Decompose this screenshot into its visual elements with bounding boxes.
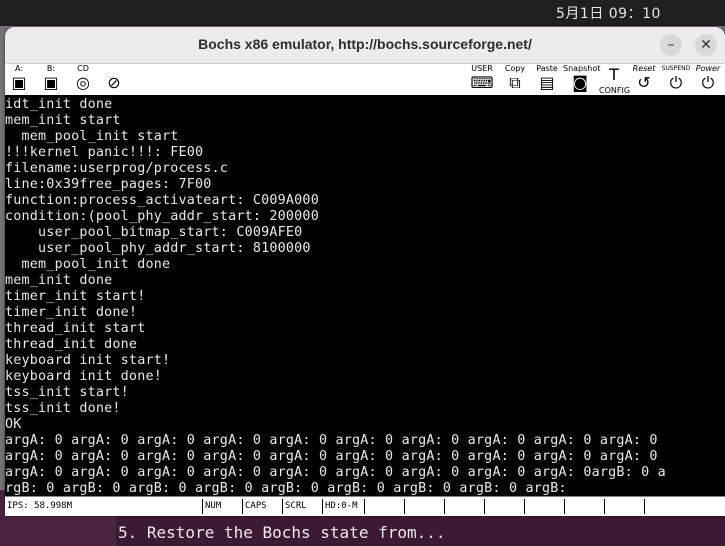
emulator-console[interactable]: idt_init done mem_init start mem_pool_in… xyxy=(5,97,725,496)
floppy-b-icon: ▣ xyxy=(43,73,59,92)
console-line: filename:userprog/process.c xyxy=(5,161,229,176)
console-line: thread_init done xyxy=(5,337,138,352)
window-title: Bochs x86 emulator, http://bochs.sourcef… xyxy=(198,36,532,52)
console-line: !!!kernel panic!!!: FE00 xyxy=(5,145,204,160)
console-line: mem_init start xyxy=(5,113,121,128)
terminal-line: 5. Restore the Bochs state from... xyxy=(118,523,446,542)
paste-button[interactable]: Paste ▤ xyxy=(534,64,560,95)
camera-icon: ◙ xyxy=(572,73,588,92)
ips-indicator: IPS: 58.998M xyxy=(5,499,203,514)
suspend-icon: ⏻ xyxy=(669,73,683,92)
console-line: condition:(pool_phy_addr_start: 200000 xyxy=(5,209,319,224)
console-line: mem_init done xyxy=(5,273,113,288)
keyboard-icon: ⌨ xyxy=(470,73,494,92)
status-slot xyxy=(525,499,565,514)
copy-label: Copy xyxy=(504,64,526,73)
cdrom-icon: ◎ xyxy=(76,73,90,92)
reset-icon: ↺ xyxy=(637,73,651,92)
cdrom-label: CD xyxy=(77,64,89,73)
reset-button[interactable]: Reset ↺ xyxy=(629,64,659,95)
console-line: argA: 0 argA: 0 argA: 0 argA: 0 argA: 0 … xyxy=(5,433,658,448)
console-line: OK xyxy=(5,417,22,432)
floppy-b-label: B: xyxy=(46,64,56,73)
console-line: idt_init done xyxy=(5,97,113,112)
caps-lock-indicator: CAPS xyxy=(243,499,283,514)
paste-label: Paste xyxy=(536,64,558,73)
power-label: Power xyxy=(695,64,721,73)
console-line: argA: 0 argA: 0 argA: 0 argA: 0 argA: 0 … xyxy=(5,465,666,480)
console-line: keyboard init done! xyxy=(5,369,162,384)
console-line: rgB: 0 argB: 0 argB: 0 argB: 0 argB: 0 a… xyxy=(5,481,567,496)
floppy-a-button[interactable]: A: ▣ xyxy=(7,64,31,95)
bochs-toolbar: A: ▣ B: ▣ CD ◎ ⊘ USER ⌨ Copy ⧉ Paste ▤ S… xyxy=(5,64,725,97)
minimize-button[interactable]: – xyxy=(660,34,682,56)
status-slot xyxy=(485,499,525,514)
close-button[interactable]: ✕ xyxy=(695,34,717,56)
status-bar: IPS: 58.998M NUM CAPS SCRL HD:0-M xyxy=(5,496,725,516)
console-line: argA: 0 argA: 0 argA: 0 argA: 0 argA: 0 … xyxy=(5,449,658,464)
status-slot xyxy=(365,499,405,514)
power-icon: ⏻ xyxy=(701,73,715,92)
config-label: CONFIG xyxy=(599,86,631,95)
reset-label: Reset xyxy=(632,64,656,73)
snapshot-label: Snapshot xyxy=(563,64,601,73)
console-line: user_pool_bitmap_start: C009AFE0 xyxy=(5,225,303,240)
console-line: user_pool_phy_addr_start: 8100000 xyxy=(5,241,311,256)
floppy-b-button[interactable]: B: ▣ xyxy=(39,64,63,95)
mouse-label xyxy=(101,64,127,73)
num-lock-indicator: NUM xyxy=(203,499,243,514)
suspend-label: SUSPEND xyxy=(661,65,691,72)
mouse-icon: ⊘ xyxy=(107,73,121,92)
console-line: mem_pool_init done xyxy=(5,257,171,272)
console-line: thread_init start xyxy=(5,321,146,336)
status-slot xyxy=(405,499,445,514)
status-slot xyxy=(445,499,485,514)
console-line: function:process_activateart: C009A000 xyxy=(5,193,319,208)
snapshot-button[interactable]: Snapshot ◙ xyxy=(563,64,601,95)
copy-button[interactable]: Copy ⧉ xyxy=(502,64,528,95)
console-line: timer_init done! xyxy=(5,305,138,320)
floppy-a-label: A: xyxy=(14,64,24,73)
mouse-button[interactable]: ⊘ xyxy=(101,64,127,95)
console-line: mem_pool_init start xyxy=(5,129,179,144)
bochs-window[interactable]: Bochs x86 emulator, http://bochs.sourcef… xyxy=(5,27,725,516)
user-label: USER xyxy=(471,64,493,73)
console-line: timer_init start! xyxy=(5,289,146,304)
console-line: tss_init start! xyxy=(5,385,129,400)
console-line: tss_init done! xyxy=(5,401,121,416)
status-slot xyxy=(605,499,645,514)
scroll-lock-indicator: SCRL xyxy=(283,499,323,514)
paste-icon: ▤ xyxy=(539,73,555,92)
console-line: line:0x39free_pages: 7F00 xyxy=(5,177,212,192)
floppy-a-icon: ▣ xyxy=(11,73,27,92)
config-icon: T xyxy=(609,65,619,84)
status-slot xyxy=(565,499,605,514)
cdrom-button[interactable]: CD ◎ xyxy=(71,64,95,95)
power-button[interactable]: Power ⏻ xyxy=(693,64,723,95)
title-bar[interactable]: Bochs x86 emulator, http://bochs.sourcef… xyxy=(5,27,725,64)
console-line: keyboard init start! xyxy=(5,353,171,368)
config-button[interactable]: T CONFIG xyxy=(599,64,631,95)
clock[interactable]: 5月1日 09：10 xyxy=(556,3,661,23)
hd-indicator: HD:0-M xyxy=(323,499,365,514)
suspend-button[interactable]: SUSPEND ⏻ xyxy=(659,64,693,95)
desktop-top-bar: 5月1日 09：10 xyxy=(0,0,725,26)
copy-icon: ⧉ xyxy=(509,73,521,92)
user-button[interactable]: USER ⌨ xyxy=(468,64,496,95)
